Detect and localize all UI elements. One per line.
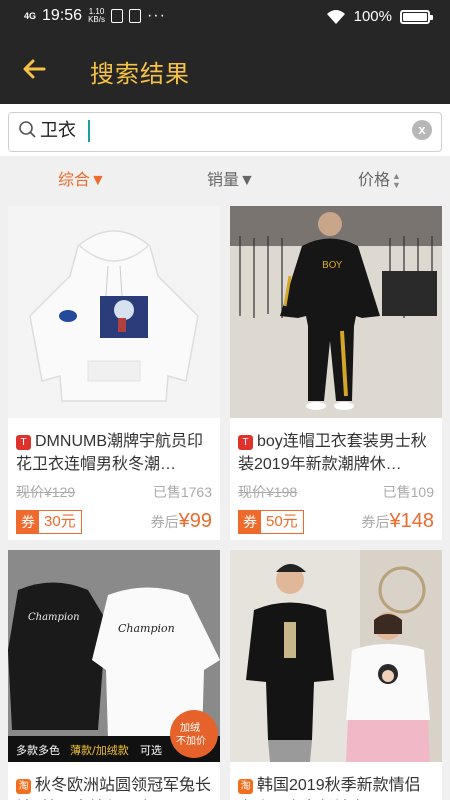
status-bar: 4G 19:56 1.10 KB/s ··· 100%: [0, 0, 450, 36]
sold-count: 已售1763: [152, 484, 212, 500]
sort-sales[interactable]: 销量▼: [207, 166, 255, 190]
product-title-text: 秋冬欧洲站圆领冠军兔长袖T恤男女情侣卫衣: [35, 777, 212, 794]
svg-text:BOY: BOY: [322, 260, 343, 271]
product-image: [230, 550, 442, 762]
product-image: [8, 206, 220, 418]
coupon-tag: 券: [17, 511, 39, 533]
sort-comprehensive[interactable]: 综合▼: [58, 166, 106, 190]
tmall-badge-icon: T: [238, 435, 253, 450]
image-badge-line-2: 不加价: [176, 735, 206, 747]
sort-price[interactable]: 价格 ▲ ▼: [358, 166, 401, 190]
app-header: 搜索结果: [0, 36, 450, 104]
sort-bar: 综合▼ 销量▼ 价格 ▲ ▼: [0, 156, 450, 198]
coupon-value: 30元: [44, 513, 76, 530]
battery-icon: [400, 9, 433, 24]
product-card[interactable]: BOY Tboy连帽卫衣套装男士秋装2019年新款潮牌休… 现价¥198 已售1…: [230, 206, 442, 540]
coupon-tag: 券: [239, 511, 261, 533]
svg-text:Champion: Champion: [118, 622, 175, 635]
sort-updown-icon: ▲ ▼: [392, 170, 401, 190]
final-price: ¥148: [389, 510, 435, 532]
coupon: 券 30元: [16, 510, 82, 534]
product-card[interactable]: 淘韩国2019秋季新款情侣套头卫衣女长袖卡通图: [230, 550, 442, 800]
after-coupon-price: 券后¥99: [151, 510, 212, 533]
product-title: 淘韩国2019秋季新款情侣套头卫衣女长袖卡通图: [238, 774, 436, 800]
tmall-badge-icon: T: [16, 435, 31, 450]
product-title-text: 韩国2019秋季新款情侣套头卫衣女长袖卡通图: [257, 777, 421, 794]
product-title: Tboy连帽卫衣套装男士秋装2019年新款潮牌休…: [238, 430, 436, 476]
clipboard-icon: [110, 9, 123, 23]
image-caption-2: 薄款/加绒款: [70, 743, 129, 757]
after-coupon-label: 券后: [361, 514, 390, 530]
search-input[interactable]: [40, 116, 380, 142]
clock: 19:56: [42, 7, 83, 24]
network-indicator: 4G: [24, 10, 37, 21]
after-coupon-price: 券后¥148: [362, 510, 435, 533]
product-card[interactable]: Champion Champion 多款多色 薄款/加绒款 可选 加绒 不加价 …: [8, 550, 220, 800]
after-coupon-label: 券后: [150, 514, 179, 530]
taobao-badge-icon: 淘: [238, 779, 253, 794]
original-price: 现价¥129: [16, 484, 76, 500]
battery-percent: 100%: [353, 8, 392, 25]
network-speed: 1.10 KB/s: [88, 8, 105, 24]
svg-text:Champion: Champion: [28, 612, 80, 623]
product-title-text: boy连帽卫衣套装男士秋装2019年新款潮牌休…: [238, 433, 427, 473]
image-badge-line-1: 加绒: [180, 721, 200, 734]
image-caption-3: 可选: [140, 744, 162, 757]
search-icon: [19, 121, 36, 138]
page-title: 搜索结果: [90, 61, 190, 88]
product-image: BOY: [230, 206, 442, 418]
product-title: T DMNUMB潮牌宇航员印花卫衣连帽男秋冬潮…: [16, 430, 214, 476]
final-price: ¥99: [178, 510, 212, 532]
product-title-text: DMNUMB潮牌宇航员印花卫衣连帽男秋冬潮…: [16, 433, 203, 473]
clear-search-button[interactable]: x: [412, 120, 432, 140]
product-title: 淘秋冬欧洲站圆领冠军兔长袖T恤男女情侣卫衣: [16, 774, 214, 800]
coupon: 券 50元: [238, 510, 304, 534]
taobao-badge-icon: 淘: [16, 779, 31, 794]
app-notification-icon: [128, 9, 141, 23]
back-arrow-icon[interactable]: [20, 54, 50, 84]
text-caret: [88, 120, 90, 142]
wifi-icon: [326, 9, 345, 24]
speed-unit: KB/s: [88, 15, 105, 24]
product-image: Champion Champion 多款多色 薄款/加绒款 可选 加绒 不加价: [8, 550, 220, 762]
product-card[interactable]: T DMNUMB潮牌宇航员印花卫衣连帽男秋冬潮… 现价¥129 已售1763 券 …: [8, 206, 220, 540]
coupon-value: 50元: [266, 513, 298, 530]
sort-price-label: 价格: [358, 172, 391, 189]
search-bar: x: [0, 104, 450, 156]
original-price: 现价¥198: [238, 484, 298, 500]
sold-count: 已售109: [382, 484, 434, 500]
image-caption-1: 多款多色: [16, 743, 60, 757]
more-notifications-icon: ···: [146, 7, 166, 24]
